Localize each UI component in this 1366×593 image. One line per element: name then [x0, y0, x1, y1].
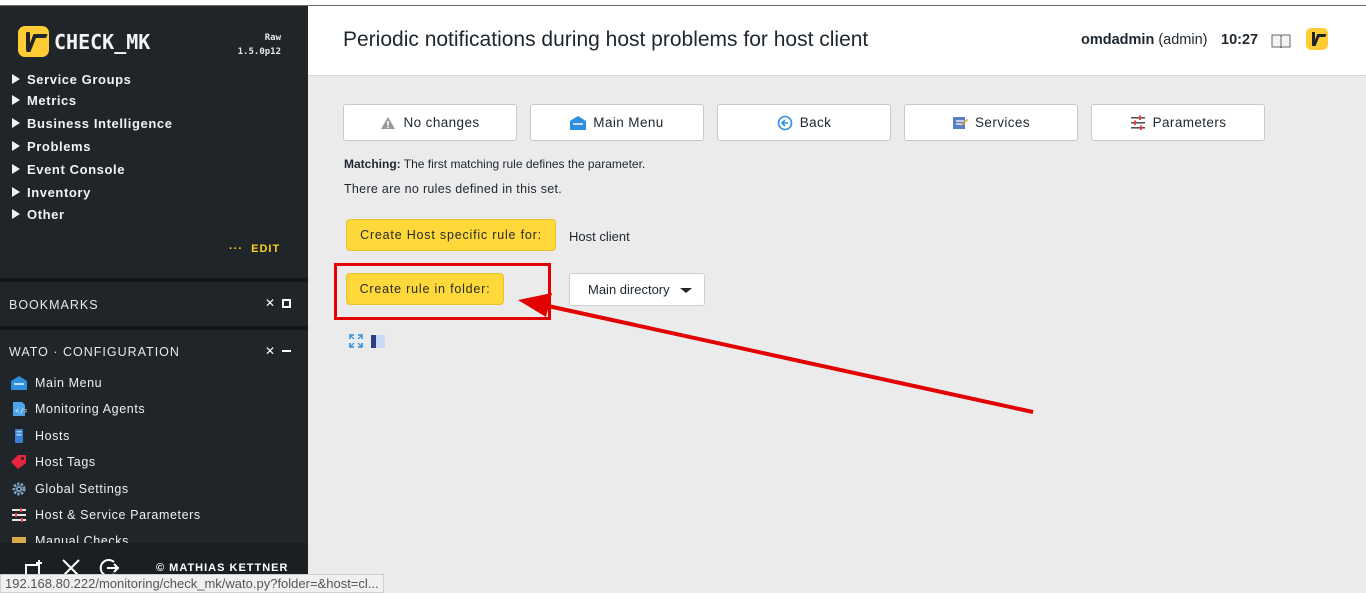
checkmk-k-icon[interactable] — [1306, 28, 1328, 50]
edition-name: Raw — [264, 33, 281, 43]
agents-icon: </> — [11, 402, 29, 416]
parameters-icon — [1130, 115, 1146, 131]
triangle-right-icon — [12, 164, 20, 174]
parameters-icon — [11, 508, 27, 522]
sidebar-item-service-groups[interactable]: Service Groups — [12, 72, 132, 87]
rule-actions — [349, 334, 389, 355]
user-role: (admin) — [1158, 32, 1208, 48]
sidebar-item-label: Inventory — [27, 185, 91, 200]
sidebar-item-inventory[interactable]: Inventory — [12, 185, 91, 200]
back-icon — [777, 115, 793, 131]
browser-status-bar: 192.168.80.222/monitoring/check_mk/wato.… — [0, 574, 384, 593]
main-menu-icon — [570, 115, 587, 131]
folder-select-value: Main directory — [588, 282, 670, 297]
sidebar-item-business-intelligence[interactable]: Business Intelligence — [12, 116, 173, 131]
sidebar-item-metrics[interactable]: Metrics — [12, 93, 77, 108]
sidebar-item-label: Service Groups — [27, 72, 132, 87]
wato-item-hosts[interactable]: Hosts — [11, 429, 70, 443]
sidebar-item-label: Business Intelligence — [27, 116, 173, 131]
sidebar-item-other[interactable]: Other — [12, 207, 65, 222]
wato-item-label: Global Settings — [35, 482, 129, 496]
wato-item-monitoring-agents[interactable]: </> Monitoring Agents — [11, 402, 145, 416]
wato-item-label: Host Tags — [35, 455, 96, 469]
main-menu-icon — [11, 376, 27, 390]
sidebar-item-label: Other — [27, 207, 65, 222]
services-button[interactable]: Services — [904, 104, 1078, 141]
checkmk-logo-icon[interactable] — [18, 26, 49, 57]
triangle-right-icon — [12, 74, 20, 84]
wato-item-main-menu[interactable]: Main Menu — [11, 376, 102, 390]
svg-text:</>: </> — [15, 407, 27, 415]
logo-area: CHECK_MK Raw 1.5.0p12 — [0, 6, 308, 72]
create-host-rule-button[interactable]: Create Host specific rule for: — [346, 219, 556, 251]
matching-info: Matching: The first matching rule define… — [344, 157, 645, 171]
username: omdadmin — [1081, 32, 1155, 48]
views-edit-link[interactable]: ··· EDIT — [229, 243, 280, 255]
snapin-separator — [0, 278, 308, 282]
close-icon[interactable]: ✕ — [265, 344, 275, 358]
version: 1.5.0p12 — [237, 47, 281, 57]
gear-icon — [11, 482, 27, 496]
warning-icon — [380, 115, 396, 131]
sidebar: Service Groups Metrics Business Intellig… — [0, 6, 308, 593]
bookmarks-title[interactable]: BOOKMARKS — [9, 298, 99, 312]
no-changes-button[interactable]: No changes — [343, 104, 517, 141]
back-button[interactable]: Back — [717, 104, 891, 141]
button-label: Main Menu — [593, 115, 664, 130]
main-menu-button[interactable]: Main Menu — [530, 104, 704, 141]
fullscreen-icon[interactable] — [349, 334, 363, 348]
button-label: Back — [799, 115, 832, 130]
services-icon — [952, 115, 969, 131]
sidebar-item-label: Metrics — [27, 93, 77, 108]
wato-item-label: Monitoring Agents — [35, 402, 146, 416]
triangle-right-icon — [12, 187, 20, 197]
page-title: Periodic notifications during host probl… — [343, 28, 869, 51]
sidebar-item-event-console[interactable]: Event Console — [12, 162, 125, 177]
button-label: No changes — [403, 115, 480, 130]
matching-label: Matching: — [344, 157, 401, 171]
wato-item-label: Hosts — [35, 429, 70, 443]
hosts-icon — [11, 429, 27, 443]
matching-text: The first matching rule defines the para… — [403, 157, 646, 171]
minimize-icon[interactable] — [282, 350, 291, 352]
no-rules-message: There are no rules defined in this set. — [344, 182, 563, 196]
triangle-right-icon — [12, 118, 20, 128]
folder-select[interactable]: Main directory — [569, 273, 705, 306]
snapin-separator — [0, 326, 308, 330]
wato-item-label: Main Menu — [35, 376, 103, 390]
triangle-right-icon — [12, 95, 20, 105]
clock: 10:27 — [1221, 32, 1259, 48]
triangle-right-icon — [12, 141, 20, 151]
button-label: Parameters — [1152, 115, 1227, 130]
sidebar-item-label: Problems — [27, 139, 92, 154]
page-header: Periodic notifications during host probl… — [308, 6, 1366, 76]
wato-item-host-tags[interactable]: Host Tags — [11, 455, 96, 469]
wato-title[interactable]: WATO · CONFIGURATION — [9, 345, 180, 359]
edition-info: Raw 1.5.0p12 — [238, 31, 281, 59]
sidebar-item-label: Event Console — [27, 162, 126, 177]
ellipsis-icon: ··· — [229, 243, 243, 255]
button-label: Services — [975, 115, 1030, 130]
close-icon[interactable]: ✕ — [265, 296, 275, 310]
copyright: © MATHIAS KETTNER — [156, 562, 289, 574]
wato-item-label: Host & Service Parameters — [35, 508, 201, 522]
maximize-icon[interactable] — [282, 299, 291, 308]
edit-label: EDIT — [251, 243, 281, 255]
sidebar-item-problems[interactable]: Problems — [12, 139, 91, 154]
book-icon[interactable] — [1271, 33, 1291, 49]
triangle-right-icon — [12, 209, 20, 219]
parameters-button[interactable]: Parameters — [1091, 104, 1265, 141]
wato-item-host-service-parameters[interactable]: Host & Service Parameters — [11, 508, 201, 522]
annotation-highlight-box — [334, 263, 551, 320]
tag-icon — [11, 455, 27, 469]
user-info[interactable]: omdadmin (admin) — [1081, 32, 1208, 48]
chevron-down-icon — [680, 288, 692, 293]
help-icon[interactable] — [371, 335, 385, 348]
wato-item-global-settings[interactable]: Global Settings — [11, 482, 129, 496]
brand-name: CHECK_MK — [54, 30, 151, 54]
host-name: Host client — [569, 229, 630, 244]
